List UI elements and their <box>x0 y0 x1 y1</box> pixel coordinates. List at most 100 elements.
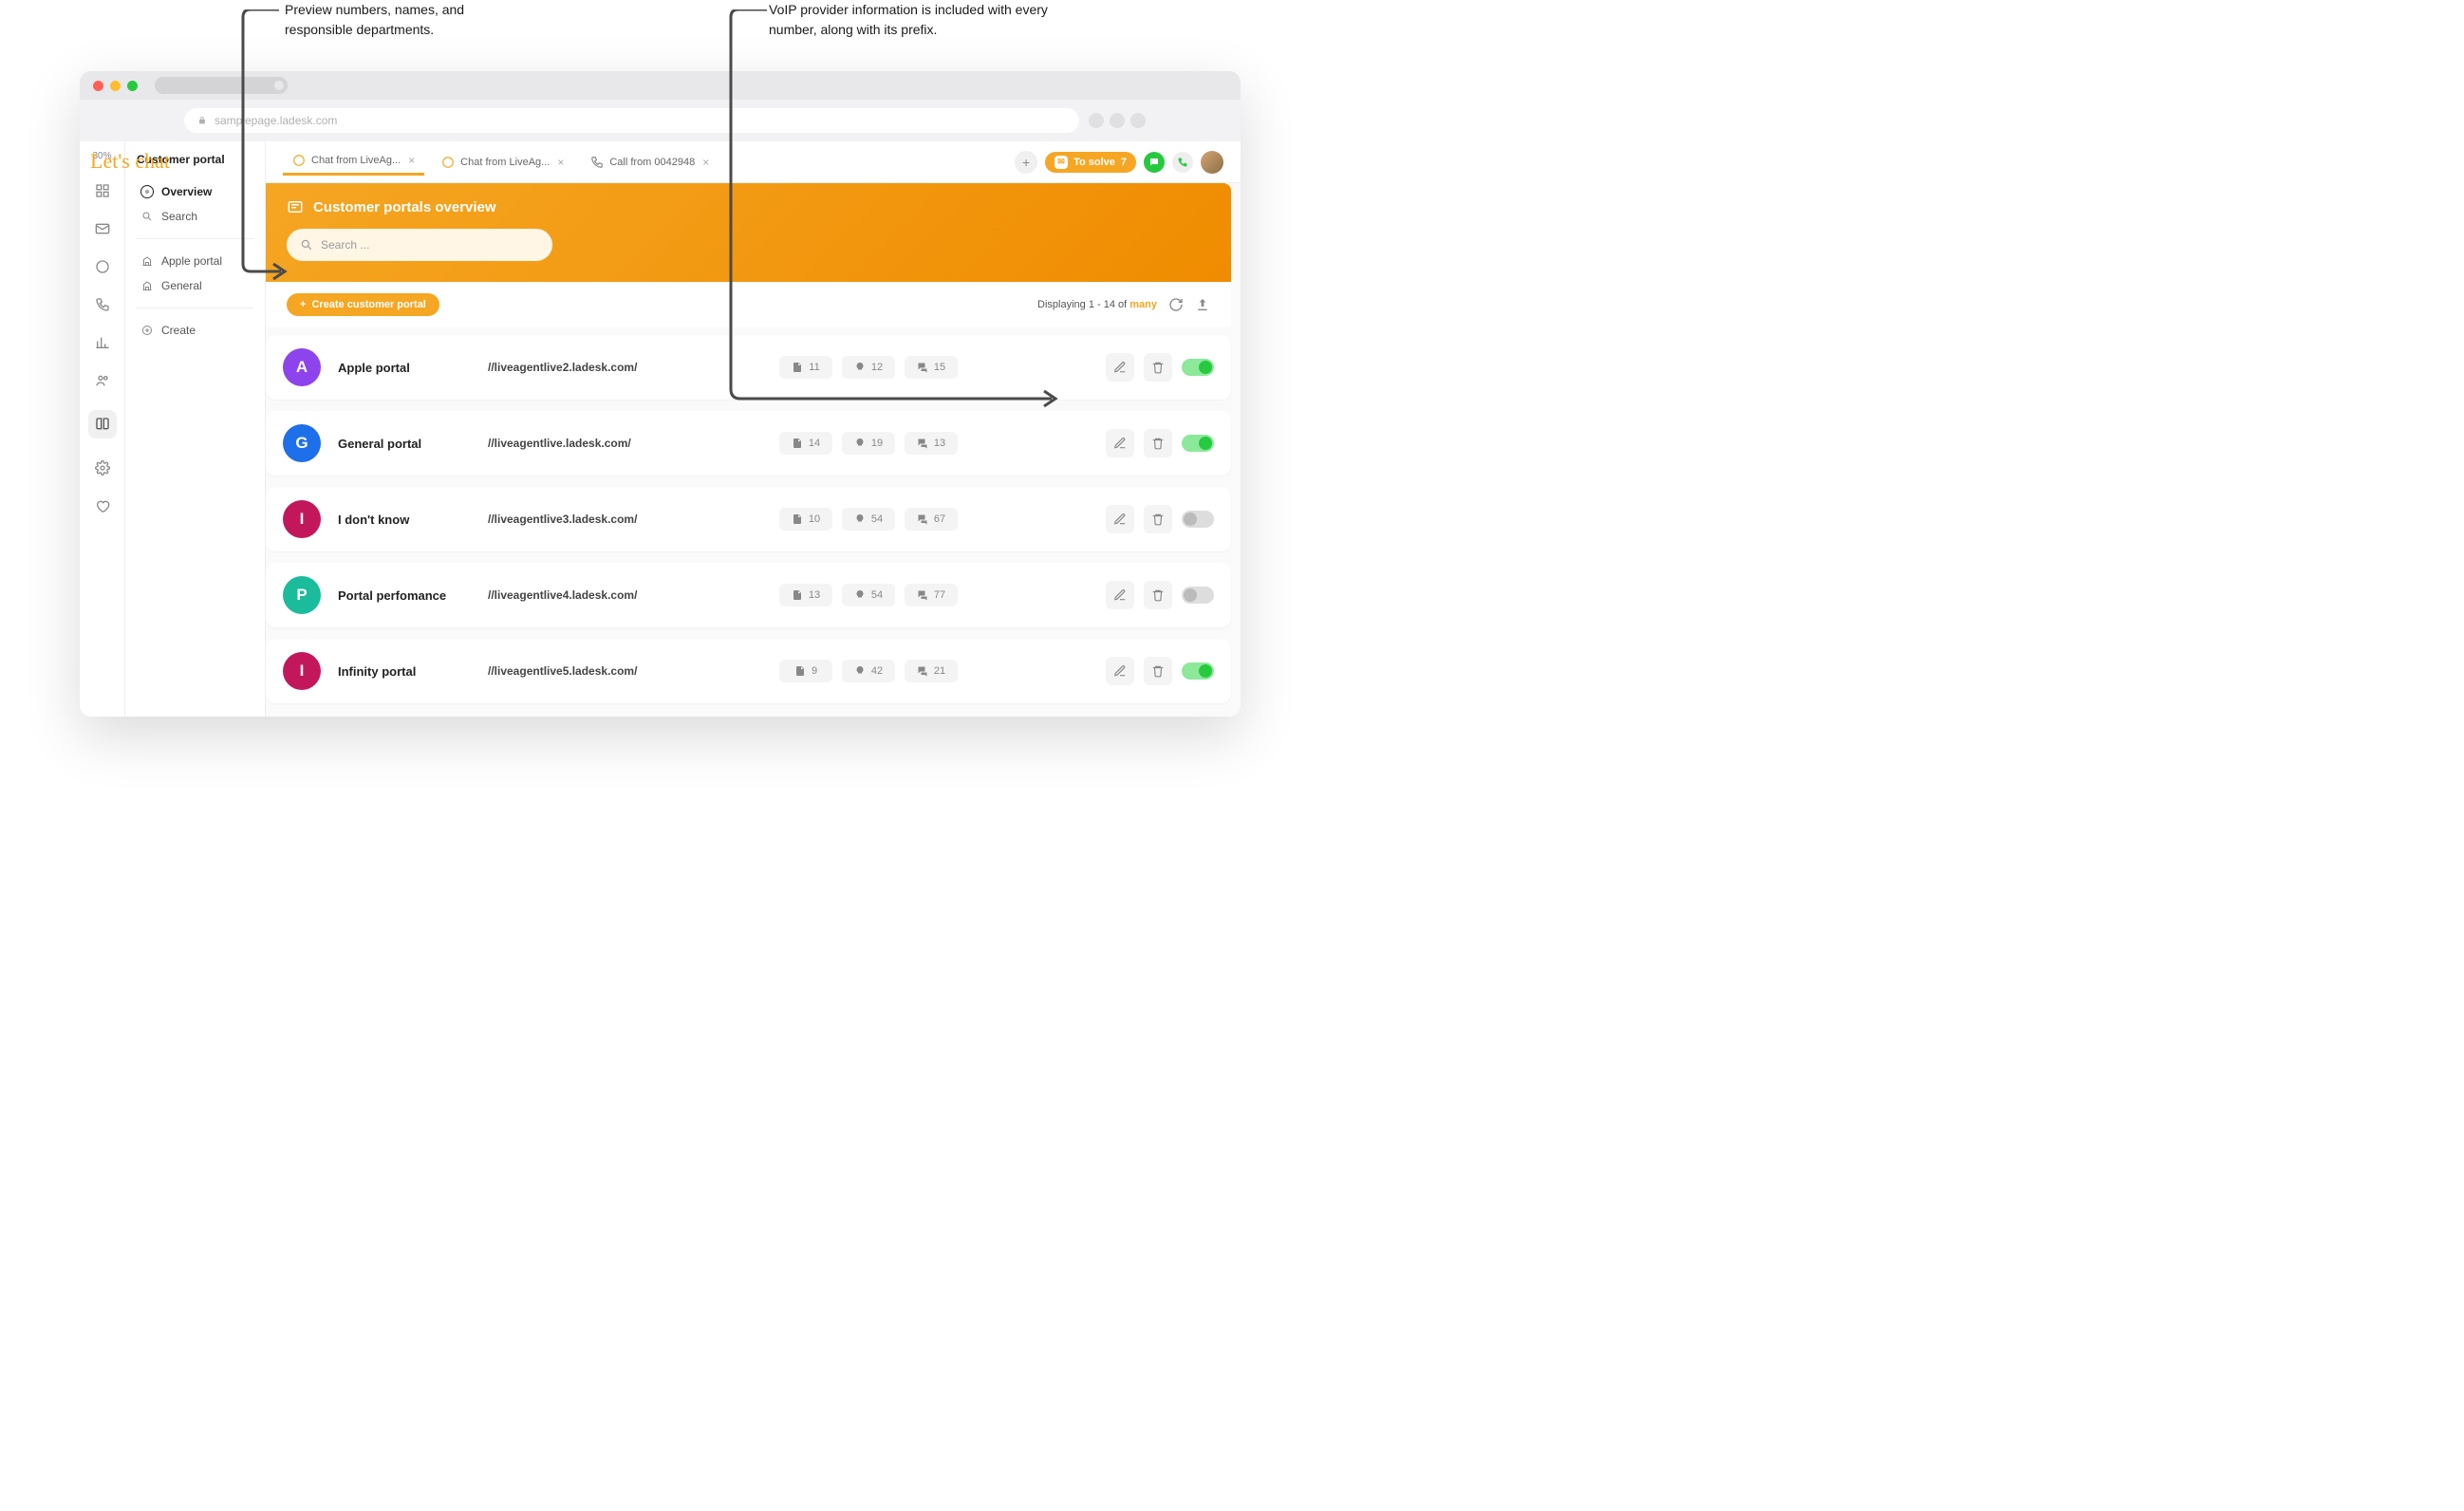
lightbulb-icon <box>854 589 866 601</box>
tab-2[interactable]: Call from 0042948× <box>581 148 719 176</box>
enable-toggle[interactable] <box>1182 511 1214 528</box>
to-solve-badge[interactable]: ✉ To solve 7 <box>1045 152 1136 173</box>
stat-docs: 14 <box>779 432 832 455</box>
portal-row[interactable]: I I don't know //liveagentlive3.ladesk.com… <box>266 487 1231 551</box>
forum-icon <box>917 362 928 373</box>
portal-url: //liveagentlive4.ladesk.com/ <box>488 588 762 602</box>
stat-docs: 9 <box>779 660 832 682</box>
create-portal-label: Create customer portal <box>311 299 425 310</box>
window-minimize-button[interactable] <box>110 81 121 91</box>
document-icon <box>792 589 803 601</box>
search-icon <box>140 210 154 223</box>
edit-button[interactable] <box>1106 429 1134 457</box>
browser-action-1[interactable] <box>1089 113 1104 128</box>
users-icon[interactable] <box>94 372 111 389</box>
edit-button[interactable] <box>1106 505 1134 533</box>
browser-tab[interactable] <box>155 77 288 94</box>
tab-label: Chat from LiveAg... <box>460 157 550 168</box>
trash-icon <box>1151 588 1165 602</box>
header-chat-button[interactable] <box>1144 152 1165 173</box>
stats-icon[interactable] <box>94 334 111 351</box>
refresh-button[interactable] <box>1168 297 1184 312</box>
stat-forum: 77 <box>905 584 958 606</box>
portal-avatar: I <box>283 500 321 538</box>
window-maximize-button[interactable] <box>127 81 138 91</box>
portal-list: AApple portal//liveagentlive2.ladesk.com… <box>266 327 1241 715</box>
sidebar-create[interactable]: Create <box>137 318 253 343</box>
stat-docs: 10 <box>779 508 832 531</box>
portal-stats: 105467 <box>779 508 958 531</box>
settings-icon[interactable] <box>94 459 111 476</box>
portal-stats: 135477 <box>779 584 958 606</box>
delete-button[interactable] <box>1144 505 1172 533</box>
portal-row[interactable]: AApple portal//liveagentlive2.ladesk.com… <box>266 335 1231 400</box>
user-avatar[interactable] <box>1201 151 1223 174</box>
create-portal-button[interactable]: + Create customer portal <box>287 293 439 316</box>
browser-action-3[interactable] <box>1130 113 1146 128</box>
stat-forum: 13 <box>905 432 958 455</box>
trash-icon <box>1151 437 1165 450</box>
url-text: samplepage.ladesk.com <box>215 114 337 127</box>
browser-action-2[interactable] <box>1110 113 1125 128</box>
chat-icon[interactable] <box>94 258 111 275</box>
portal-url: //liveagentlive3.ladesk.com/ <box>488 513 762 526</box>
trash-icon <box>1151 513 1165 526</box>
enable-toggle[interactable] <box>1182 435 1214 452</box>
sidebar-search[interactable]: Search <box>137 204 253 229</box>
search-input[interactable]: Search ... <box>287 229 552 261</box>
search-placeholder: Search ... <box>321 238 369 252</box>
document-icon <box>794 665 806 677</box>
building-icon <box>140 279 154 292</box>
hero-panel: Customer portals overview Search ... <box>266 183 1231 282</box>
portal-row[interactable]: PPortal perfomance//liveagentlive4.lades… <box>266 563 1231 627</box>
hero-title: Customer portals overview <box>313 199 496 215</box>
edit-icon <box>1113 588 1127 602</box>
enable-toggle[interactable] <box>1182 587 1214 604</box>
window-close-button[interactable] <box>93 81 103 91</box>
edit-icon <box>1113 361 1127 374</box>
url-bar: samplepage.ladesk.com <box>80 100 1241 141</box>
stat-ideas: 54 <box>842 584 895 606</box>
upload-button[interactable] <box>1195 297 1210 312</box>
delete-button[interactable] <box>1144 581 1172 609</box>
tabs-row: Chat from LiveAg...×Chat from LiveAg...×… <box>266 141 1241 183</box>
tab-close-icon[interactable]: × <box>702 156 709 169</box>
sidebar-overview[interactable]: Overview <box>137 179 253 204</box>
document-icon <box>792 438 803 449</box>
tab-0[interactable]: Chat from LiveAg...× <box>283 148 424 176</box>
header-phone-button[interactable] <box>1172 152 1193 173</box>
enable-toggle[interactable] <box>1182 662 1214 680</box>
add-button[interactable]: + <box>1015 151 1037 174</box>
portal-name: I don't know <box>338 513 471 527</box>
phone-icon[interactable] <box>94 296 111 313</box>
tab-close-icon[interactable]: × <box>557 156 564 169</box>
chat-icon <box>292 154 306 167</box>
delete-button[interactable] <box>1144 429 1172 457</box>
portal-row[interactable]: GGeneral portal//liveagentlive.ladesk.co… <box>266 411 1231 476</box>
url-field[interactable]: samplepage.ladesk.com <box>184 108 1079 133</box>
edit-button[interactable] <box>1106 657 1134 685</box>
knowledge-icon[interactable] <box>88 410 117 438</box>
edit-icon <box>1113 664 1127 678</box>
sidebar: Customer portal Overview Search Apple po… <box>125 141 266 717</box>
dashboard-icon[interactable] <box>94 182 111 199</box>
tab-1[interactable]: Chat from LiveAg... × <box>432 148 573 176</box>
document-icon <box>792 513 803 525</box>
trash-icon <box>1151 361 1165 374</box>
tab-close-icon[interactable]: × <box>408 154 415 167</box>
annotation-left: Preview numbers, names, and responsible … <box>285 0 532 40</box>
edit-button[interactable] <box>1106 581 1134 609</box>
sidebar-apple-label: Apple portal <box>161 254 222 268</box>
lightbulb-icon <box>854 513 866 525</box>
heart-icon[interactable] <box>94 497 111 514</box>
edit-button[interactable] <box>1106 353 1134 382</box>
portal-row[interactable]: IInfinity portal//liveagentlive5.ladesk.… <box>266 639 1231 703</box>
mail-icon[interactable] <box>94 220 111 237</box>
stat-docs: 11 <box>779 356 832 379</box>
sidebar-general-label: General <box>161 279 202 292</box>
sidebar-general[interactable]: General <box>137 273 253 298</box>
delete-button[interactable] <box>1144 657 1172 685</box>
sidebar-apple-portal[interactable]: Apple portal <box>137 249 253 273</box>
delete-button[interactable] <box>1144 353 1172 382</box>
enable-toggle[interactable] <box>1182 359 1214 376</box>
